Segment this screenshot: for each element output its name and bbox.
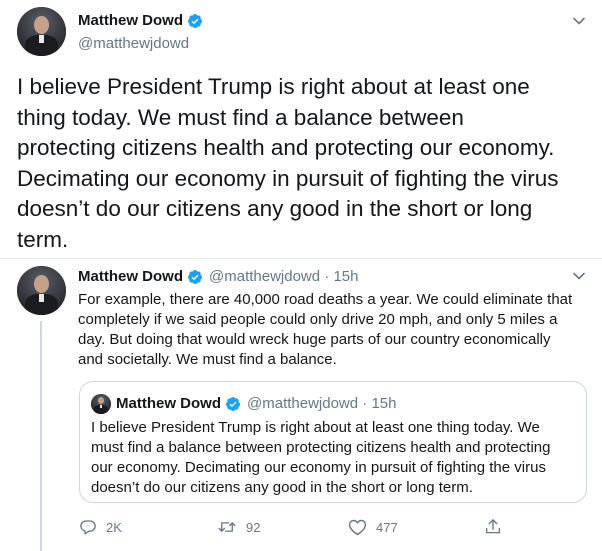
like-count: 477 (376, 519, 398, 535)
quote-header: Matthew Dowd @matthewjdowd · 15h (116, 395, 396, 412)
reply-count: 2K (106, 519, 122, 535)
chevron-down-icon[interactable] (572, 271, 586, 281)
retweet-count: 92 (246, 519, 261, 535)
avatar (91, 394, 111, 414)
like-icon (348, 518, 367, 536)
share-icon (484, 518, 502, 536)
tweet-meta[interactable]: @matthewjdowd · 15h (209, 268, 358, 285)
author-name[interactable]: Matthew Dowd (78, 12, 203, 29)
reply-button[interactable]: 2K (79, 515, 122, 539)
tweet-text: For example, there are 40,000 road death… (78, 291, 573, 368)
main-tweet: Matthew Dowd @matthewjdowd I believe Pre… (0, 0, 602, 259)
avatar[interactable] (17, 7, 66, 56)
author-handle[interactable]: @matthewjdowd (78, 35, 189, 52)
tweet-actions: 2K 92 477 (79, 515, 509, 539)
retweet-button[interactable]: 92 (217, 515, 260, 539)
reply-tweet[interactable]: Matthew Dowd @matthewjdowd · 15h For exa… (0, 259, 602, 551)
quoted-tweet-text: I believe President Trump is right about… (91, 419, 551, 496)
tweet-text: I believe President Trump is right about… (17, 74, 559, 252)
author-name[interactable]: Matthew Dowd (78, 268, 183, 285)
retweet-icon (217, 518, 237, 536)
tweet-meta: @matthewjdowd · 15h (247, 395, 397, 412)
verified-badge-icon (187, 13, 203, 29)
reply-header: Matthew Dowd @matthewjdowd · 15h (78, 268, 358, 285)
reply-icon (79, 518, 97, 536)
quoted-tweet[interactable]: Matthew Dowd @matthewjdowd · 15h I belie… (79, 381, 587, 503)
author-name: Matthew Dowd (116, 395, 221, 412)
avatar[interactable] (17, 266, 66, 315)
share-button[interactable] (484, 515, 502, 539)
thread-line (40, 321, 42, 551)
verified-badge-icon (187, 269, 203, 285)
author-name-text[interactable]: Matthew Dowd (78, 12, 183, 29)
like-button[interactable]: 477 (348, 515, 398, 539)
verified-badge-icon (225, 396, 241, 412)
chevron-down-icon[interactable] (572, 16, 586, 26)
